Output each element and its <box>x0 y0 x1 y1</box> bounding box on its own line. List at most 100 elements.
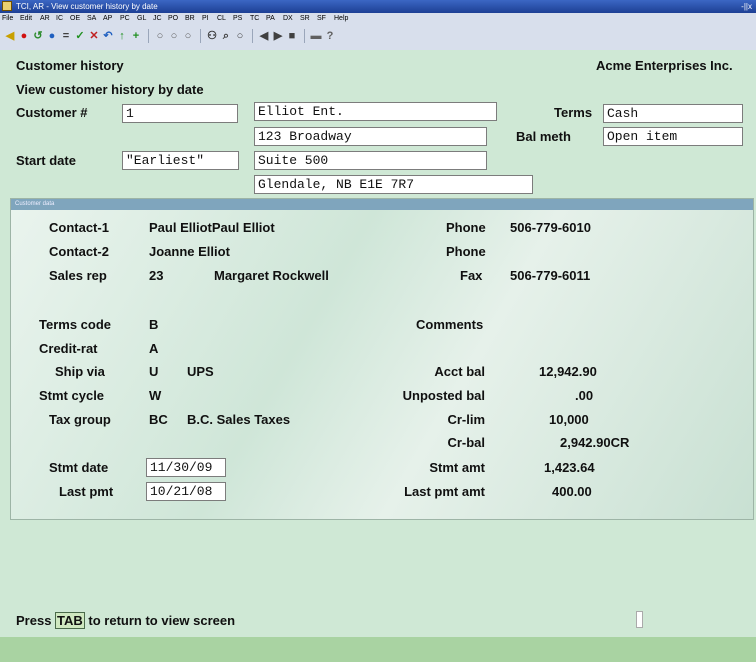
terms-code-value: B <box>149 317 159 332</box>
comments-label: Comments <box>416 317 484 332</box>
refresh-icon[interactable]: ↺ <box>32 30 44 42</box>
menu-jc[interactable]: JC <box>153 13 162 25</box>
contact1-label: Contact-1 <box>49 220 109 235</box>
tax-group-name: B.C. Sales Taxes <box>187 412 291 427</box>
equals-icon[interactable]: = <box>60 30 72 42</box>
acct-bal-label: Acct bal <box>434 364 485 379</box>
ship-via-name: UPS <box>187 364 214 379</box>
terms-code-label: Terms code <box>39 317 112 332</box>
stop-icon[interactable]: ● <box>18 30 30 42</box>
menu-help[interactable]: Help <box>334 13 348 25</box>
screen-subtitle: View customer history by date <box>16 82 204 97</box>
up-icon[interactable]: ↑ <box>116 30 128 42</box>
acct-bal-value: 12,942.90 <box>539 364 597 379</box>
address1-field[interactable]: 123 Broadway <box>254 127 487 146</box>
tab-key[interactable]: TAB <box>55 612 85 629</box>
status-suffix: to return to view screen <box>84 613 236 628</box>
sales-rep-code: 23 <box>149 268 164 283</box>
menu-ps[interactable]: PS <box>233 13 242 25</box>
zoom-icon[interactable]: ⌕ <box>220 30 232 42</box>
menu-cl[interactable]: CL <box>217 13 226 25</box>
contact2-label: Contact-2 <box>49 244 109 259</box>
menu-ap[interactable]: AP <box>103 13 112 25</box>
menu-pi[interactable]: PI <box>202 13 209 25</box>
tax-group-code: BC <box>149 412 168 427</box>
toolbar-separator <box>148 29 149 43</box>
tax-group-label: Tax group <box>49 412 111 427</box>
binoculars-icon[interactable]: ⚇ <box>206 30 218 42</box>
menu-file[interactable]: File <box>2 13 13 25</box>
menu-tc[interactable]: TC <box>250 13 259 25</box>
bal-meth-field[interactable]: Open item <box>603 127 743 146</box>
window-controls[interactable]: -||x <box>741 0 752 13</box>
fax-value: 506-779-6011 <box>510 268 591 283</box>
start-date-label: Start date <box>16 153 76 168</box>
last-pmt-label: Last pmt <box>59 484 114 499</box>
next-icon[interactable]: ▶ <box>272 30 284 42</box>
menu-pc[interactable]: PC <box>120 13 130 25</box>
bottom-bar <box>0 637 756 662</box>
menu-edit[interactable]: Edit <box>20 13 32 25</box>
page-icon[interactable]: ■ <box>286 30 298 42</box>
start-date-field[interactable]: "Earliest" <box>122 151 239 170</box>
sales-rep-name: Margaret Rockwell <box>214 268 329 283</box>
window-title: TCI, AR - View customer history by date <box>16 2 158 11</box>
undo-icon[interactable]: ↶ <box>102 30 114 42</box>
menu-gl[interactable]: GL <box>137 13 146 25</box>
terms-label: Terms <box>554 105 593 120</box>
address2-field[interactable]: Suite 500 <box>254 151 487 170</box>
record-icon[interactable]: ○ <box>234 30 246 42</box>
menu-sr[interactable]: SR <box>300 13 310 25</box>
customer-number-field[interactable]: 1 <box>122 104 238 123</box>
city-field[interactable]: Glendale, NB E1E 7R7 <box>254 175 533 194</box>
app-icon <box>2 1 12 11</box>
menu-bar: File Edit AR IC OE SA AP PC GL JC PO BR … <box>0 13 756 25</box>
last-pmt-amt-label: Last pmt amt <box>404 484 485 499</box>
circle3-icon[interactable]: ○ <box>182 30 194 42</box>
menu-ic[interactable]: IC <box>56 13 63 25</box>
credit-balance-label: Cr-bal <box>447 435 485 450</box>
prev-icon[interactable]: ◀ <box>258 30 270 42</box>
customer-data-panel: Customer data Contact-1 Paul ElliotPaul … <box>10 198 754 520</box>
menu-pa[interactable]: PA <box>266 13 275 25</box>
menu-ar[interactable]: AR <box>40 13 50 25</box>
contact2-value: Joanne Elliot <box>149 244 230 259</box>
customer-name-field[interactable]: Elliot Ent. <box>254 102 497 121</box>
menu-dx[interactable]: DX <box>283 13 293 25</box>
toolbar: ◀ ● ↺ ● = ✓ ✕ ↶ ↑ + ○ ○ ○ ⚇ ⌕ ○ ◀ ▶ ■ ▬ … <box>0 25 756 51</box>
back-icon[interactable]: ◀ <box>4 30 16 42</box>
unposted-bal-label: Unposted bal <box>402 388 485 403</box>
menu-po[interactable]: PO <box>168 13 178 25</box>
menu-br[interactable]: BR <box>185 13 195 25</box>
credit-rating-value: A <box>149 341 159 356</box>
terms-field[interactable]: Cash <box>603 104 743 123</box>
customer-number-label: Customer # <box>16 105 88 120</box>
circle1-icon[interactable]: ○ <box>154 30 166 42</box>
last-pmt-field[interactable]: 10/21/08 <box>146 482 226 501</box>
check-icon[interactable]: ✓ <box>74 30 86 42</box>
phone1-value: 506-779-6010 <box>510 220 591 235</box>
circle2-icon[interactable]: ○ <box>168 30 180 42</box>
company-name: Acme Enterprises Inc. <box>596 58 733 73</box>
fax-label: Fax <box>460 268 483 283</box>
contact1-value: Paul ElliotPaul Elliot <box>149 220 275 235</box>
screen-title: Customer history <box>16 58 124 73</box>
stmt-cycle-value: W <box>149 388 162 403</box>
circle-icon[interactable]: ● <box>46 30 58 42</box>
stmt-amt-label: Stmt amt <box>429 460 485 475</box>
help-icon[interactable]: ? <box>324 30 336 42</box>
stmt-cycle-label: Stmt cycle <box>39 388 105 403</box>
plus-icon[interactable]: + <box>130 30 142 42</box>
ship-via-code: U <box>149 364 159 379</box>
menu-sf[interactable]: SF <box>317 13 326 25</box>
menu-sa[interactable]: SA <box>87 13 96 25</box>
bal-meth-label: Bal meth <box>516 129 571 144</box>
print-icon[interactable]: ▬ <box>310 30 322 42</box>
sales-rep-label: Sales rep <box>49 268 107 283</box>
phone2-label: Phone <box>446 244 486 259</box>
menu-oe[interactable]: OE <box>70 13 80 25</box>
stmt-date-label: Stmt date <box>49 460 109 475</box>
x-icon[interactable]: ✕ <box>88 30 100 42</box>
stmt-date-field[interactable]: 11/30/09 <box>146 458 226 477</box>
toolbar-separator <box>304 29 305 43</box>
